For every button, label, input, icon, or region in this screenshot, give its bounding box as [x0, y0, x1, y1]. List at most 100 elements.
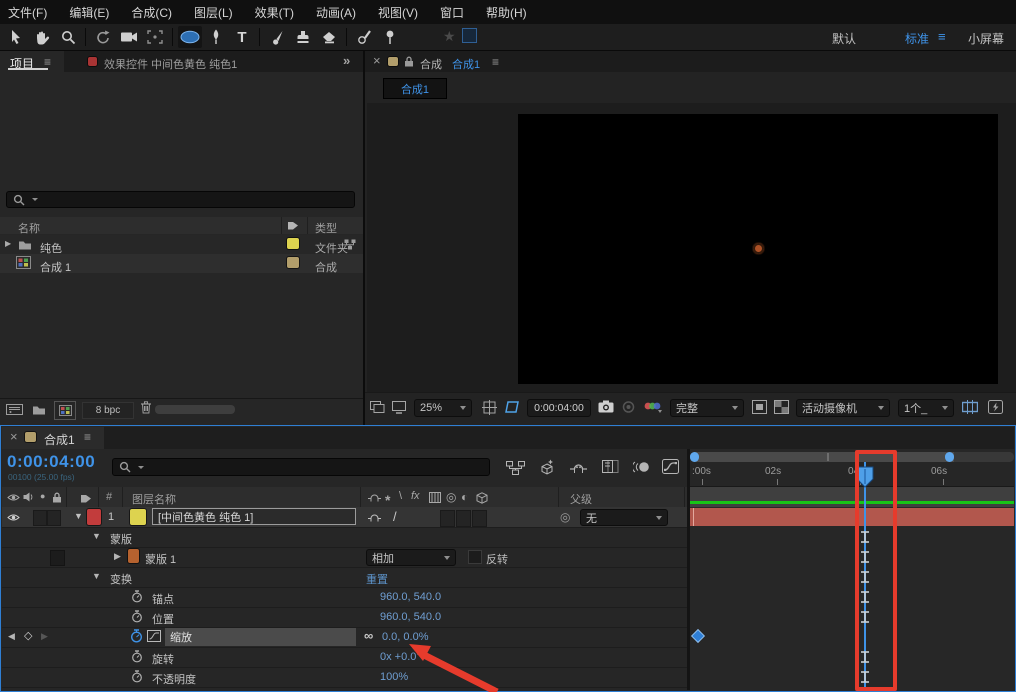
parent-select[interactable]: 无 [580, 509, 668, 526]
transform-group-expander[interactable]: ▼ [92, 572, 101, 581]
panel-overflow-icon[interactable]: » [343, 54, 350, 67]
snapshot-icon[interactable] [598, 400, 614, 413]
shape-tool-button-active[interactable] [178, 26, 202, 48]
bpc-button[interactable]: 8 bpc [82, 402, 134, 419]
puppet-pin-tool-button[interactable] [378, 26, 402, 48]
menu-item-effect[interactable]: 效果(T) [255, 4, 294, 21]
column-divider[interactable] [307, 217, 308, 234]
layer-shy-toggle[interactable] [368, 514, 381, 522]
rotation-value[interactable]: 0x +0.0° [380, 651, 421, 663]
scale-link-icon[interactable]: ∞ [364, 629, 373, 642]
menu-item-file[interactable]: 文件(F) [8, 4, 47, 21]
shy-icon[interactable] [570, 463, 587, 474]
view-camera-select[interactable]: 活动摄像机 [796, 399, 890, 417]
draft-3d-icon[interactable] [538, 459, 555, 475]
workspace-menu-icon[interactable]: ≡ [938, 30, 946, 43]
adjustment-switch-header-icon[interactable]: ◐ [461, 491, 468, 503]
transform-group-label[interactable]: 变换 [110, 571, 132, 587]
workspace-small-screen-button[interactable]: 小屏幕 [960, 30, 1012, 47]
project-item-name[interactable]: 合成 1 [40, 259, 71, 275]
grid-guides-icon[interactable] [482, 400, 497, 415]
menu-item-edit[interactable]: 编辑(E) [69, 4, 109, 21]
add-keyframe-button[interactable]: ◇ [24, 631, 32, 642]
masks-group-expander[interactable]: ▼ [92, 532, 101, 541]
text-tool-button[interactable]: T [230, 26, 254, 48]
opacity-value[interactable]: 100% [380, 671, 408, 683]
quality-switch-header-icon[interactable]: \ [399, 491, 402, 502]
scale-value[interactable]: 0.0, 0.0% [382, 631, 428, 643]
project-horizontal-scrollbar[interactable] [155, 405, 235, 414]
anchor-stopwatch-icon[interactable] [131, 590, 143, 603]
roto-brush-tool-button[interactable] [352, 26, 376, 48]
eraser-tool-button[interactable] [317, 26, 341, 48]
collapse-switch-header-icon[interactable]: * [385, 493, 390, 507]
project-panel-menu-icon[interactable]: ≡ [44, 56, 51, 68]
camera-tool-button[interactable] [117, 26, 141, 48]
pickwhip-icon[interactable]: ◎ [560, 511, 570, 523]
rotate-tool-button[interactable] [91, 26, 115, 48]
mask-mode-select[interactable]: 相加 [366, 549, 456, 566]
comp-tab-lock-icon[interactable] [404, 56, 414, 67]
scale-graph-icon[interactable] [147, 630, 161, 642]
anchor-value[interactable]: 960.0, 540.0 [380, 591, 441, 603]
column-divider[interactable] [66, 487, 67, 507]
rotation-name[interactable]: 旋转 [152, 651, 174, 667]
navigator-handle-right[interactable] [945, 452, 954, 462]
transform-reset-link[interactable]: 重置 [366, 571, 388, 587]
magnification-select[interactable]: 25% [414, 399, 472, 417]
workspace-default-button[interactable]: 默认 [820, 30, 868, 47]
project-item-label-chip[interactable] [287, 238, 299, 249]
layer-switch-cell[interactable] [456, 510, 471, 527]
column-divider[interactable] [98, 487, 99, 507]
comp-tab-close-icon[interactable]: × [373, 54, 381, 67]
comp-name[interactable]: 合成1 [452, 56, 480, 72]
position-value[interactable]: 960.0, 540.0 [380, 611, 441, 623]
navigator-handle-left[interactable] [690, 452, 699, 462]
resolution-select[interactable]: 完整 [670, 399, 744, 417]
opacity-stopwatch-icon[interactable] [131, 670, 143, 683]
channels-icon[interactable] [644, 401, 662, 413]
frame-blend-icon[interactable] [602, 460, 619, 473]
transparency-grid-icon[interactable] [774, 400, 789, 414]
mask-expander[interactable]: ▶ [114, 552, 121, 561]
keyframe-prev-button[interactable]: ◀ [8, 632, 15, 641]
keyframe-next-button[interactable]: ▶ [41, 632, 48, 641]
mask-color-chip[interactable] [128, 549, 139, 563]
exposure-icon[interactable] [988, 400, 1003, 414]
solo-column-icon[interactable]: ● [40, 492, 45, 501]
viewer-timecode[interactable]: 0:00:04:00 [527, 399, 591, 417]
lock-column-icon[interactable] [52, 492, 62, 503]
motion-blur-icon[interactable] [633, 461, 650, 473]
comp-panel-menu-icon[interactable]: ≡ [492, 56, 499, 68]
mask-name[interactable]: 蒙版 1 [145, 551, 176, 567]
layer-expander[interactable]: ▼ [74, 512, 83, 521]
primary-viewer-icon[interactable] [392, 401, 406, 414]
shy-switch-header-icon[interactable] [368, 494, 381, 502]
cube-3d-switch-header-icon[interactable] [476, 492, 488, 504]
comp-flowchart-icon[interactable] [506, 461, 525, 475]
video-column-icon[interactable] [7, 493, 20, 502]
position-name[interactable]: 位置 [152, 611, 174, 627]
delete-icon[interactable] [140, 401, 152, 414]
label-column-icon[interactable] [80, 493, 92, 504]
mask-enable-cell[interactable] [50, 550, 65, 566]
layer-audio-cell[interactable] [33, 510, 47, 526]
project-search-input[interactable] [6, 191, 355, 208]
hand-tool-button[interactable] [30, 26, 54, 48]
zoom-tool-button[interactable] [56, 26, 80, 48]
interpret-footage-icon[interactable] [6, 404, 23, 415]
project-item-label-chip[interactable] [287, 257, 299, 268]
motion-blur-switch-header-icon[interactable]: ◎ [446, 491, 456, 503]
graph-editor-icon[interactable] [662, 459, 679, 474]
pan-behind-tool-button[interactable] [143, 26, 167, 48]
clone-stamp-tool-button[interactable] [291, 26, 315, 48]
new-folder-icon[interactable] [32, 404, 46, 415]
pen-tool-button[interactable] [204, 26, 228, 48]
layer-visibility-toggle[interactable] [7, 513, 20, 522]
column-header-name[interactable]: 名称 [18, 220, 40, 236]
tab-effect-controls[interactable]: 效果控件 中间色黄色 纯色1 [104, 56, 237, 72]
menu-item-animation[interactable]: 动画(A) [316, 4, 356, 21]
scale-stopwatch-icon-active[interactable] [130, 629, 143, 643]
layer-color-swatch[interactable] [130, 509, 146, 525]
timeline-tab-label[interactable]: 合成1 [44, 431, 75, 448]
